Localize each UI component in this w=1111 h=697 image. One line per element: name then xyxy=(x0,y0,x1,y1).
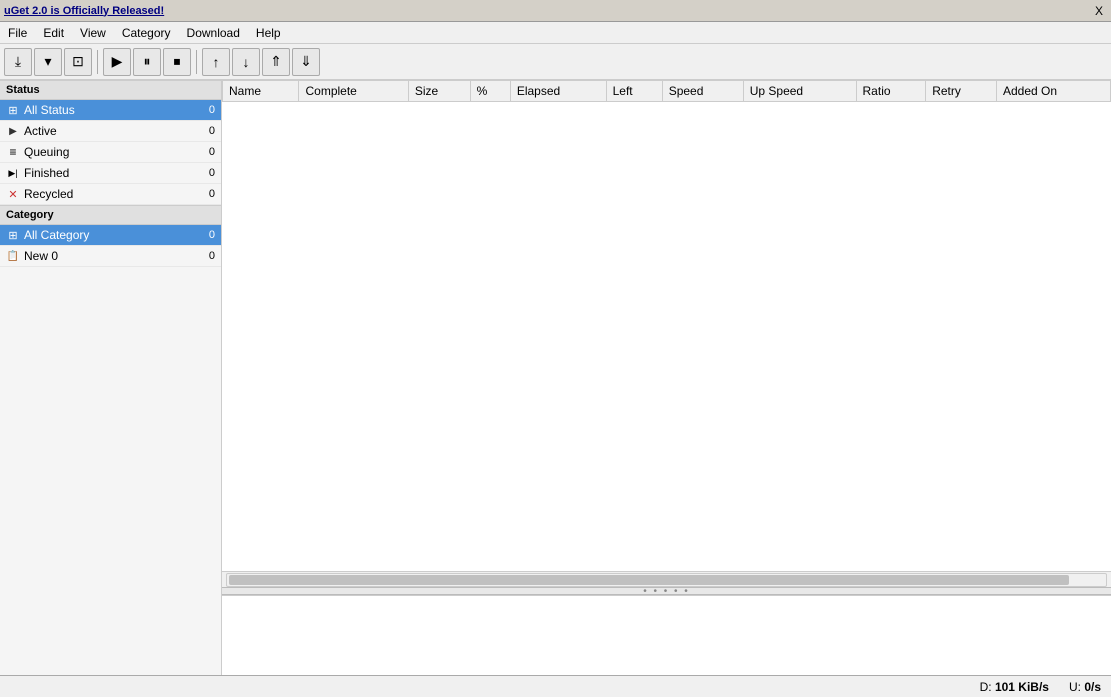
status-items-container: All Status0Active0Queuing0Finished0Recyc… xyxy=(0,100,221,205)
sidebar-item-label-recycled: Recycled xyxy=(24,187,73,201)
col-ratio[interactable]: Ratio xyxy=(856,81,926,102)
pane-divider[interactable]: • • • • • xyxy=(222,587,1111,595)
main-layout: Status All Status0Active0Queuing0Finishe… xyxy=(0,80,1111,675)
sidebar-item-count-finished: 0 xyxy=(209,167,215,179)
download-speed-item: D: 101 KiB/s xyxy=(980,680,1049,694)
menu-item-view[interactable]: View xyxy=(72,24,114,42)
content-area: NameCompleteSize%ElapsedLeftSpeedUp Spee… xyxy=(222,80,1111,675)
col-speed[interactable]: Speed xyxy=(662,81,743,102)
allcategory-icon-0 xyxy=(6,228,20,242)
move-bottom-button[interactable]: ⇓ xyxy=(292,48,320,76)
menu-item-category[interactable]: Category xyxy=(114,24,179,42)
col-left[interactable]: Left xyxy=(606,81,662,102)
active-icon xyxy=(6,124,20,138)
upload-speed-value: 0/s xyxy=(1084,680,1101,694)
horizontal-scrollbar[interactable] xyxy=(222,571,1111,587)
sidebar-item-count-active: 0 xyxy=(209,125,215,137)
category-item-all-category[interactable]: All Category 0 xyxy=(0,225,221,246)
new-category-button[interactable]: ⊡ xyxy=(64,48,92,76)
col-complete[interactable]: Complete xyxy=(299,81,408,102)
col-size[interactable]: Size xyxy=(408,81,470,102)
category-item-new[interactable]: New 0 0 xyxy=(0,246,221,267)
menu-item-edit[interactable]: Edit xyxy=(35,24,72,42)
sidebar-item-count-queuing: 0 xyxy=(209,146,215,158)
category-item-count-all-category: 0 xyxy=(209,229,215,241)
dropdown-button[interactable]: ▾ xyxy=(34,48,62,76)
sidebar-item-label-queuing: Queuing xyxy=(24,145,69,159)
col-retry[interactable]: Retry xyxy=(926,81,997,102)
log-area xyxy=(222,595,1111,675)
sidebar-item-recycled[interactable]: Recycled 0 xyxy=(0,184,221,205)
statusbar: D: 101 KiB/s U: 0/s xyxy=(0,675,1111,697)
move-up-button[interactable]: ↑ xyxy=(202,48,230,76)
category-item-count-new: 0 xyxy=(209,250,215,262)
sidebar: Status All Status0Active0Queuing0Finishe… xyxy=(0,80,222,675)
move-top-button[interactable]: ⇑ xyxy=(262,48,290,76)
category-item-label-all-category: All Category xyxy=(24,228,89,242)
menu-item-download[interactable]: Download xyxy=(179,24,248,42)
sidebar-item-label-finished: Finished xyxy=(24,166,69,180)
pause-button[interactable]: ⏸ xyxy=(133,48,161,76)
sidebar-item-active[interactable]: Active 0 xyxy=(0,121,221,142)
sidebar-item-finished[interactable]: Finished 0 xyxy=(0,163,221,184)
sidebar-item-label-all-status: All Status xyxy=(24,103,75,117)
sidebar-item-label-active: Active xyxy=(24,124,57,138)
titlebar: uGet 2.0 is Officially Released! X xyxy=(0,0,1111,22)
sidebar-item-count-all-status: 0 xyxy=(209,104,215,116)
upload-label: U: xyxy=(1069,680,1081,694)
category-items-container: All Category 0 New 0 0 xyxy=(0,225,221,267)
download-table[interactable]: NameCompleteSize%ElapsedLeftSpeedUp Spee… xyxy=(222,80,1111,571)
category-section-header: Category xyxy=(0,205,221,225)
menu-item-help[interactable]: Help xyxy=(248,24,289,42)
new-icon-1 xyxy=(6,249,20,263)
sidebar-item-all-status[interactable]: All Status 0 xyxy=(0,100,221,121)
download-speed-value: 101 KiB/s xyxy=(995,680,1049,694)
menubar: FileEditViewCategoryDownloadHelp xyxy=(0,22,1111,44)
status-section-header: Status xyxy=(0,80,221,100)
move-down-button[interactable]: ↓ xyxy=(232,48,260,76)
separator2 xyxy=(196,50,197,74)
col-%[interactable]: % xyxy=(470,81,510,102)
sidebar-item-queuing[interactable]: Queuing 0 xyxy=(0,142,221,163)
toolbar: ⤓▾⊡ ▶⏸⏹ ↑↓⇑⇓ xyxy=(0,44,1111,80)
stop-button[interactable]: ⏹ xyxy=(163,48,191,76)
close-button[interactable]: X xyxy=(1091,4,1107,18)
downloads-grid: NameCompleteSize%ElapsedLeftSpeedUp Spee… xyxy=(222,80,1111,102)
recycled-icon xyxy=(6,187,20,201)
allstatus-icon xyxy=(6,103,20,117)
col-name[interactable]: Name xyxy=(223,81,299,102)
queuing-icon xyxy=(6,145,20,159)
menu-item-file[interactable]: File xyxy=(0,24,35,42)
col-added-on[interactable]: Added On xyxy=(997,81,1111,102)
col-up-speed[interactable]: Up Speed xyxy=(743,81,856,102)
category-item-label-new: New 0 xyxy=(24,249,58,263)
download-label: D: xyxy=(980,680,992,694)
sidebar-item-count-recycled: 0 xyxy=(209,188,215,200)
col-elapsed[interactable]: Elapsed xyxy=(510,81,606,102)
separator1 xyxy=(97,50,98,74)
start-button[interactable]: ▶ xyxy=(103,48,131,76)
upload-speed-item: U: 0/s xyxy=(1069,680,1101,694)
new-download-button[interactable]: ⤓ xyxy=(4,48,32,76)
table-header: NameCompleteSize%ElapsedLeftSpeedUp Spee… xyxy=(223,81,1111,102)
finished-icon xyxy=(6,166,20,180)
titlebar-title[interactable]: uGet 2.0 is Officially Released! xyxy=(4,5,164,17)
